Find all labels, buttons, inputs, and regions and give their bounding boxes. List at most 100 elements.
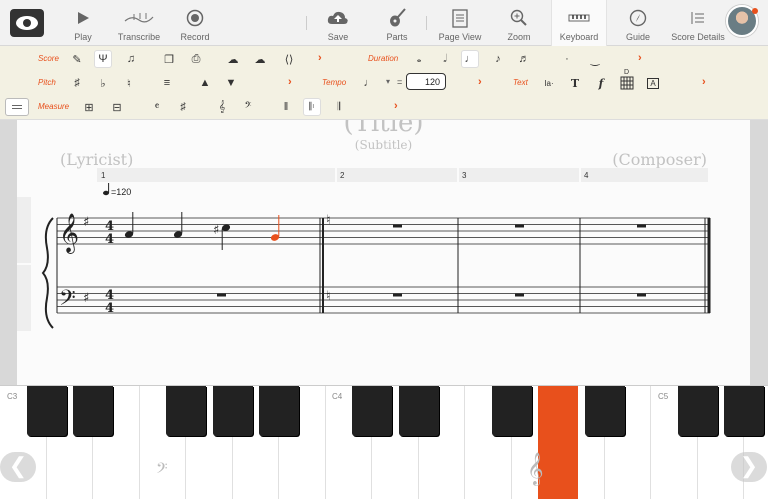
sheet-icon[interactable]: ♫ bbox=[122, 50, 140, 68]
measure-more-arrow[interactable]: › bbox=[394, 100, 398, 112]
key-signature-icon[interactable]: ≡ bbox=[158, 74, 176, 92]
whole-rest[interactable] bbox=[393, 293, 402, 297]
keyboard-scroll-left-button[interactable]: ❮ bbox=[0, 452, 36, 482]
measure-category-label: Measure bbox=[38, 102, 70, 111]
half-note-icon[interactable]: 𝅗𝅥 bbox=[436, 50, 454, 68]
record-button[interactable]: Record bbox=[178, 0, 212, 46]
insert-measure-icon[interactable]: ⊞ bbox=[80, 98, 98, 116]
bass-clef-icon[interactable]: 𝄢 bbox=[239, 98, 257, 116]
bass-staff[interactable] bbox=[57, 286, 710, 314]
parts-button[interactable]: Parts bbox=[380, 0, 414, 46]
black-key[interactable] bbox=[398, 386, 439, 436]
repeat-start-icon[interactable]: 𝄆 bbox=[303, 98, 321, 116]
tempo-input[interactable]: 120 bbox=[406, 73, 446, 90]
text-title-icon[interactable]: T bbox=[566, 74, 584, 92]
keyboard-button[interactable]: Keyboard bbox=[551, 0, 607, 46]
keyboard-scroll-right-button[interactable]: ❯ bbox=[731, 452, 767, 482]
print-icon[interactable]: ⎙ bbox=[187, 50, 205, 68]
pitch-down-icon[interactable]: ▼ bbox=[222, 74, 240, 92]
tempo-note-icon[interactable]: ♩ bbox=[360, 74, 378, 92]
rehearsal-mark-icon[interactable]: A bbox=[644, 74, 662, 92]
measure-bar-3[interactable] bbox=[459, 168, 579, 182]
staff-system[interactable]: 1 2 3 4 =120 𝄞 𝄢 ♯ ♯ 4 4 4 4 ♯ ♮ ♮ bbox=[17, 120, 750, 385]
text-more-arrow[interactable]: › bbox=[702, 76, 706, 88]
tuning-fork-icon[interactable]: Ψ bbox=[94, 50, 112, 68]
note[interactable] bbox=[173, 212, 183, 239]
whole-rest[interactable] bbox=[637, 224, 646, 228]
final-barline-icon[interactable]: 𝄂 bbox=[330, 98, 348, 116]
natural-icon[interactable]: ♮ bbox=[120, 74, 138, 92]
cloud-upload-palette-icon[interactable]: ☁ bbox=[224, 50, 242, 68]
save-button[interactable]: Save bbox=[322, 0, 354, 46]
dynamics-icon[interactable]: f bbox=[592, 74, 610, 92]
sharp-icon[interactable]: ♯ bbox=[68, 74, 86, 92]
cloud-download-icon[interactable]: ☁ bbox=[251, 50, 269, 68]
zoom-button[interactable]: Zoom bbox=[502, 0, 536, 46]
black-key[interactable] bbox=[73, 386, 113, 436]
whole-rest[interactable] bbox=[217, 293, 226, 297]
whole-rest[interactable] bbox=[515, 293, 524, 297]
pitch-up-icon[interactable]: ▲ bbox=[196, 74, 214, 92]
palette-row-3: Measure ⊞ ⊟ 𝄴 ♯ 𝄞 𝄢 ‖ 𝄆 𝄂 › bbox=[0, 95, 768, 119]
tempo-marking[interactable]: =120 bbox=[103, 183, 131, 197]
quarter-note-icon[interactable]: ♩ bbox=[461, 50, 479, 68]
black-key[interactable] bbox=[491, 386, 532, 436]
staff-label-bass[interactable] bbox=[17, 265, 31, 331]
transcribe-button[interactable]: Transcribe bbox=[115, 0, 163, 46]
score-more-arrow[interactable]: › bbox=[318, 52, 322, 64]
brush-icon[interactable]: ✎ bbox=[68, 50, 86, 68]
flat-icon[interactable]: ♭ bbox=[94, 74, 112, 92]
selected-note[interactable] bbox=[270, 215, 280, 242]
piano-keyboard[interactable]: C3 C4 C5 𝄢 𝄞 ❮ ❯ bbox=[0, 385, 768, 499]
chord-grid-icon[interactable]: D bbox=[618, 69, 636, 92]
palette-menu-button[interactable] bbox=[5, 98, 29, 116]
treble-staff[interactable] bbox=[57, 217, 710, 245]
eighth-note-icon[interactable]: ♪ bbox=[489, 50, 507, 68]
black-key[interactable] bbox=[212, 386, 253, 436]
guide-button[interactable]: Guide bbox=[620, 0, 656, 46]
time-signature-icon[interactable]: 𝄴 bbox=[148, 98, 166, 116]
black-key[interactable] bbox=[166, 386, 206, 436]
black-key[interactable] bbox=[724, 386, 764, 436]
tempo-more-arrow[interactable]: › bbox=[478, 76, 482, 88]
tie-icon[interactable]: ‿ bbox=[586, 50, 604, 68]
sixteenth-note-icon[interactable]: ♬ bbox=[515, 50, 533, 68]
play-button[interactable]: Play bbox=[66, 0, 100, 46]
score-details-button[interactable]: Score Details bbox=[671, 0, 725, 46]
staff-label-treble[interactable] bbox=[17, 197, 31, 263]
whole-rest[interactable] bbox=[515, 224, 524, 228]
black-key[interactable] bbox=[677, 386, 718, 436]
tempo-dropdown-icon[interactable]: ▾ bbox=[386, 77, 390, 86]
black-key[interactable] bbox=[259, 386, 299, 436]
duration-more-arrow[interactable]: › bbox=[638, 52, 642, 64]
highlighted-key[interactable] bbox=[538, 386, 578, 499]
page-view-button[interactable]: Page View bbox=[438, 0, 482, 46]
pitch-more-arrow[interactable]: › bbox=[288, 76, 292, 88]
black-key[interactable] bbox=[26, 386, 67, 436]
score-canvas[interactable]: (Title) (Subtitle) (Lyricist) (Composer)… bbox=[0, 120, 768, 385]
double-barline-icon[interactable]: ‖ bbox=[277, 98, 295, 116]
note[interactable] bbox=[124, 212, 134, 239]
text-size-icon[interactable]: Ia· bbox=[540, 74, 558, 92]
treble-clef-icon[interactable]: 𝄞 bbox=[213, 98, 231, 116]
embed-icon[interactable]: ⟨⟩ bbox=[280, 50, 298, 68]
app-logo-icon[interactable] bbox=[10, 9, 44, 37]
measure-bar-4[interactable] bbox=[581, 168, 708, 182]
measure-bar-2[interactable] bbox=[337, 168, 457, 182]
cloud-upload-icon bbox=[327, 4, 349, 32]
whole-rest[interactable] bbox=[637, 293, 646, 297]
note-with-sharp[interactable]: ♯ bbox=[213, 223, 231, 250]
black-key[interactable] bbox=[352, 386, 392, 436]
copy-icon[interactable]: ❐ bbox=[160, 50, 178, 68]
record-icon bbox=[186, 4, 204, 32]
delete-measure-icon[interactable]: ⊟ bbox=[108, 98, 126, 116]
transcribe-icon bbox=[124, 4, 154, 32]
black-key[interactable] bbox=[584, 386, 625, 436]
whole-note-icon[interactable]: 𝅝 bbox=[410, 50, 428, 68]
measure-bar-1[interactable] bbox=[97, 168, 335, 182]
whole-rest[interactable] bbox=[393, 224, 402, 228]
dot-icon[interactable]: · bbox=[558, 50, 576, 68]
key-change-icon[interactable]: ♯ bbox=[174, 98, 192, 116]
play-icon bbox=[76, 4, 90, 32]
measure-number: 4 bbox=[584, 171, 589, 180]
